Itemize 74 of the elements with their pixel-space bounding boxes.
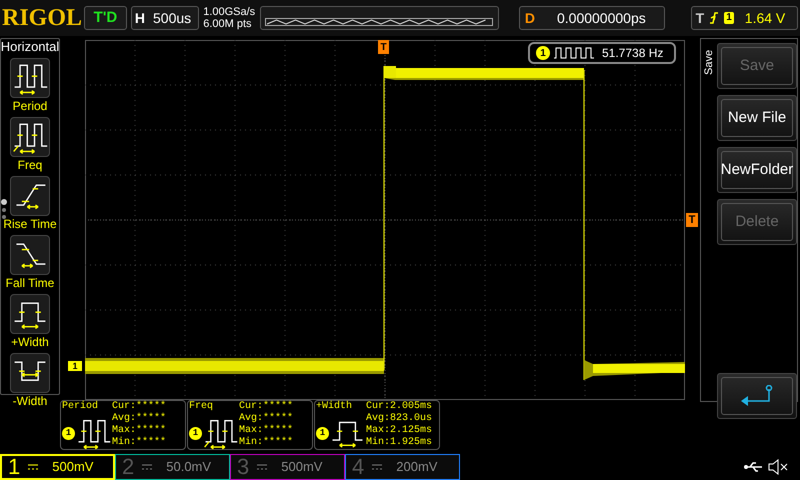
- channel-scale: 200mV: [396, 458, 438, 476]
- return-button[interactable]: [717, 373, 797, 419]
- channel-badge: 1: [316, 426, 329, 440]
- return-icon: [739, 385, 775, 407]
- memory-depth: 6.00M pts: [203, 18, 253, 30]
- counter-value: 51.7738 Hz: [602, 45, 664, 62]
- channel-tab[interactable]: 3 500mV: [230, 454, 345, 480]
- channel-number: 2: [122, 456, 134, 478]
- channel-tab[interactable]: 1 500mV: [0, 454, 115, 480]
- delay-label: D: [524, 8, 535, 28]
- channel-number: 4: [352, 456, 364, 478]
- timebase-label: H: [134, 8, 145, 28]
- measurement-reading: Avg:823.0us: [366, 413, 432, 425]
- dc-coupling-icon: [257, 464, 268, 470]
- measurement-reading: Min:*****: [112, 437, 166, 449]
- measure-label: Freq: [18, 157, 42, 173]
- delay-value: 0.00000000ps: [556, 8, 646, 28]
- channel-scale: 500mV: [52, 458, 94, 476]
- measure-button[interactable]: [10, 117, 50, 157]
- trigger-channel: 1: [724, 12, 734, 24]
- channel-number: 3: [237, 456, 250, 478]
- channel-scale: 50.0mV: [166, 458, 212, 476]
- timebase-value: 500us: [153, 8, 192, 28]
- sample-rate: 1.00GSa/s: [203, 6, 256, 18]
- measure-label: Fall Time: [6, 275, 54, 291]
- menu-title: Save: [702, 48, 716, 77]
- measurement-reading: Min:*****: [239, 437, 294, 449]
- channel-scale: 500mV: [281, 458, 322, 476]
- measurement-title: Period: [62, 401, 100, 413]
- channel-tab[interactable]: 2 50.0mV: [115, 454, 230, 480]
- measurement-reading: Cur:*****: [239, 401, 294, 412]
- usb-icon: [744, 462, 764, 472]
- measurement-reading: Max:*****: [239, 425, 294, 436]
- measurement-reading: Cur:2.005ms: [366, 401, 432, 413]
- menu-title: Horizontal: [0, 39, 60, 55]
- measurement-title: Freq: [189, 401, 214, 413]
- measure-label: -Width: [12, 393, 48, 409]
- measure-button[interactable]: [10, 235, 50, 275]
- trigger-level: 1.64 V: [744, 8, 786, 28]
- trigger-level-marker: T: [686, 213, 698, 227]
- channel-tab[interactable]: 4 200mV: [345, 454, 460, 480]
- mute-icon: [768, 459, 788, 475]
- measurement-reading: Max:2.125ms: [366, 425, 432, 436]
- dc-coupling-icon: [28, 464, 38, 470]
- trigger-label: T: [696, 8, 704, 28]
- channel-number: 1: [8, 456, 20, 478]
- rising-edge-icon: [709, 11, 720, 25]
- channel-badge: 1: [62, 426, 75, 440]
- measure-label: +Width: [11, 334, 49, 350]
- measure-button[interactable]: [10, 353, 50, 393]
- dc-coupling-icon: [372, 464, 382, 470]
- measurement-reading: Avg:*****: [112, 413, 166, 424]
- measurement-reading: Min:1.925ms: [366, 437, 432, 449]
- channel-badge: 1: [536, 46, 550, 60]
- square-wave-icon: [554, 47, 594, 59]
- logo: RIGOL: [2, 6, 80, 30]
- menu-button[interactable]: NewFolder: [717, 147, 797, 193]
- channel-marker: 1: [68, 361, 82, 371]
- measure-button[interactable]: [10, 58, 50, 98]
- measurement-title: +Width: [316, 401, 354, 413]
- trigger-position-marker: T: [378, 40, 389, 54]
- measure-button[interactable]: [10, 176, 50, 216]
- measure-label: Period: [12, 98, 48, 114]
- measurement-reading: Avg:*****: [239, 413, 294, 424]
- waveform-overview-icon: [264, 18, 493, 26]
- measurement-reading: Cur:*****: [112, 401, 166, 412]
- run-status: T'D: [84, 6, 127, 30]
- measurement-reading: Max:*****: [112, 425, 166, 436]
- page-dots-icon: [1, 199, 7, 221]
- channel-badge: 1: [189, 426, 202, 440]
- menu-button[interactable]: New File: [717, 95, 797, 141]
- measure-label: Rise Time: [3, 216, 57, 232]
- measure-button[interactable]: [10, 294, 50, 334]
- dc-coupling-icon: [142, 464, 152, 470]
